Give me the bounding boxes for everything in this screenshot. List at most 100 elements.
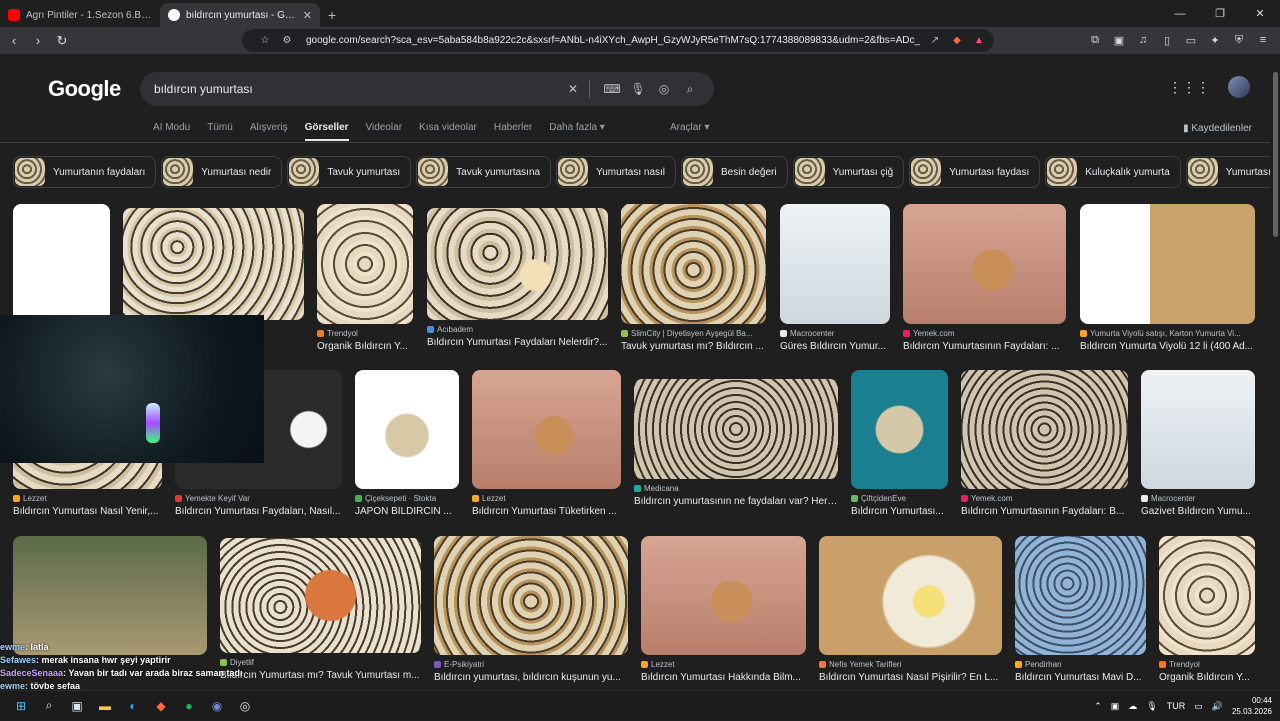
image-result[interactable]: Trendyol Organik Bıldırcın Y... [317, 204, 413, 352]
avatar[interactable] [1228, 76, 1250, 98]
obs-icon[interactable]: ◎ [236, 697, 254, 715]
tab-ai-mode[interactable]: AI Modu [153, 122, 190, 141]
result-caption[interactable]: Bıldırcın Yumurta Viyolü 12 li (400 Ad..… [1080, 341, 1255, 352]
result-caption[interactable]: Bıldırcın Yumurtası... [851, 506, 948, 517]
result-caption[interactable]: Bıldırcın Yumurtası Nasıl Yenir,... [13, 506, 162, 517]
result-caption[interactable]: Bıldırcın yumurtası, bıldırcın kuşunun y… [434, 672, 628, 683]
tab-short-videos[interactable]: Kısa videolar [419, 122, 477, 141]
result-caption[interactable]: Bıldırcın yumurtasının ne faydaları var?… [634, 496, 838, 507]
result-image[interactable] [1141, 370, 1255, 489]
image-result[interactable] [13, 204, 110, 324]
image-result[interactable]: Trendyol Organik Bıldırcın Y... [1159, 536, 1255, 683]
forward-icon[interactable]: › [28, 31, 48, 51]
spotify-icon[interactable]: ● [180, 697, 198, 715]
result-caption[interactable]: Organik Bıldırcın Y... [317, 341, 413, 352]
mic-icon[interactable]: 🎙 [1146, 701, 1157, 712]
site-info-icon[interactable]: ⚙ [280, 34, 294, 48]
chip[interactable]: Yumurtası çiğ [792, 156, 905, 188]
result-caption[interactable]: Bıldırcın Yumurtası Faydaları, Nasıl... [175, 506, 342, 517]
image-result[interactable]: Yemek.com Bıldırcın Yumurtasının Faydala… [903, 204, 1066, 352]
result-image[interactable] [903, 204, 1066, 324]
chip[interactable]: Yumurtası faydası [909, 156, 1041, 188]
chip[interactable]: Yumurtası nedir [161, 156, 283, 188]
tab-all[interactable]: Tümü [207, 122, 233, 141]
image-result[interactable]: Çiçeksepeti · Stokta JAPON BILDIRCIN ... [355, 370, 459, 517]
result-image[interactable] [427, 208, 608, 320]
result-image[interactable] [1080, 204, 1255, 324]
chip[interactable]: Yumurtası l [1185, 156, 1270, 188]
file-explorer-icon[interactable]: ▬ [96, 697, 114, 715]
result-image[interactable] [220, 538, 421, 653]
result-caption[interactable]: Bıldırcın Yumurtası Mavi D... [1015, 672, 1146, 683]
lens-icon[interactable]: ◎ [654, 82, 674, 96]
result-caption[interactable]: Bıldırcın Yumurtasının Faydaları: ... [903, 341, 1066, 352]
display-icon[interactable]: ▭ [1194, 701, 1203, 712]
tab-videos[interactable]: Videolar [366, 122, 403, 141]
result-image[interactable] [434, 536, 628, 655]
sidebar-icon[interactable]: ▯ [1158, 31, 1176, 49]
ai-icon[interactable]: ✦ [1206, 31, 1224, 49]
result-image[interactable] [851, 370, 948, 489]
keyboard-icon[interactable]: ⌨ [602, 82, 622, 96]
result-caption[interactable]: Organik Bıldırcın Y... [1159, 672, 1255, 683]
address-bar[interactable]: ☆ ⚙ google.com/search?sca_esv=5aba584b8a… [242, 29, 994, 52]
result-image[interactable] [13, 536, 207, 655]
brave-shield-icon[interactable]: ◆ [950, 34, 964, 48]
browser-tab[interactable]: Agrı Pintiler - 1.Sezon 6.Bölüm - You [0, 3, 160, 27]
result-image[interactable] [819, 536, 1002, 655]
microphone-icon[interactable]: 🎙 [628, 82, 648, 96]
image-result[interactable]: E-Psikiyatri Bıldırcın yumurtası, bıldır… [434, 536, 628, 683]
result-image[interactable] [1015, 536, 1146, 655]
cloud-icon[interactable]: ☁ [1128, 701, 1137, 712]
tray-app-icon[interactable]: ▣ [1111, 701, 1120, 712]
result-image[interactable] [634, 379, 838, 479]
image-result[interactable] [13, 536, 207, 655]
search-icon[interactable]: ⌕ [40, 697, 58, 715]
tools-menu[interactable]: Araçlar ▾ [670, 122, 710, 133]
brave-icon[interactable]: ◆ [152, 697, 170, 715]
share-icon[interactable]: ↗ [928, 34, 942, 48]
chip[interactable]: Yumurtanın faydaları [13, 156, 157, 188]
result-caption[interactable]: Bıldırcın Yumurtası Hakkında Bilm... [641, 672, 806, 683]
google-logo[interactable]: Google [48, 76, 121, 102]
result-caption[interactable]: Bıldırcın Yumurtasının Faydaları: B... [961, 506, 1128, 517]
result-caption[interactable]: Bıldırcın Yumurtası Tüketirken ... [472, 506, 621, 517]
bookmark-icon[interactable]: ☆ [258, 34, 272, 48]
search-icon[interactable]: ⌕ [680, 82, 700, 97]
image-result[interactable]: Macrocenter Güres Bıldırcın Yumur... [780, 204, 890, 352]
result-image[interactable] [123, 208, 304, 320]
image-result[interactable]: ÇiftçidenEve Bıldırcın Yumurtası... [851, 370, 948, 517]
result-image[interactable] [1159, 536, 1255, 655]
rewards-icon[interactable]: ▲ [972, 34, 986, 48]
image-result[interactable]: Yumurta Viyolü satışı, Karton Yumurta Vi… [1080, 204, 1255, 352]
restore-icon[interactable]: ❐ [1200, 0, 1240, 27]
chip[interactable]: Besin değeri [681, 156, 788, 188]
tray-chevron-icon[interactable]: ⌃ [1094, 701, 1102, 712]
wallet-icon[interactable]: ▭ [1182, 31, 1200, 49]
image-result[interactable]: Nefis Yemek Tarifleri Bıldırcın Yumurtas… [819, 536, 1002, 683]
clock[interactable]: 00:44 25.03.2026 [1232, 695, 1272, 717]
reload-icon[interactable]: ↻ [52, 31, 72, 51]
image-result[interactable]: Lezzet Bıldırcın Yumurtası Hakkında Bilm… [641, 536, 806, 683]
media-icon[interactable]: ♫ [1134, 31, 1152, 49]
result-image[interactable] [641, 536, 806, 655]
result-caption[interactable]: JAPON BILDIRCIN ... [355, 506, 459, 517]
tab-more[interactable]: Daha fazla ▾ [549, 122, 605, 141]
result-image[interactable] [317, 204, 413, 324]
close-tab-icon[interactable]: ✕ [303, 9, 312, 22]
vpn-icon[interactable]: ⛨ [1230, 31, 1248, 49]
windows-start-icon[interactable]: ⊞ [12, 697, 30, 715]
apps-grid-icon[interactable]: ⋮⋮⋮ [1168, 79, 1210, 96]
tab-images[interactable]: Görseller [304, 122, 349, 141]
browser-tab-active[interactable]: bıldırcın yumurtası - Google'da A ✕ [160, 3, 320, 27]
image-result[interactable]: Medicana Bıldırcın yumurtasının ne fayda… [634, 379, 838, 507]
new-tab-button[interactable]: + [320, 3, 344, 27]
chip[interactable]: Kuluçkalık yumurta [1045, 156, 1181, 188]
result-caption[interactable]: Gazivet Bıldırcın Yumu... [1141, 506, 1255, 517]
close-window-icon[interactable]: ✕ [1240, 0, 1280, 27]
saved-link[interactable]: ▮ Kaydedilenler [1183, 123, 1252, 134]
menu-icon[interactable]: ≡ [1254, 31, 1272, 49]
screenshot-icon[interactable]: ▣ [1110, 31, 1128, 49]
result-caption[interactable]: Bıldırcın Yumurtası Nasıl Pişirilir? En … [819, 672, 1002, 683]
language-indicator[interactable]: TUR [1167, 701, 1186, 711]
